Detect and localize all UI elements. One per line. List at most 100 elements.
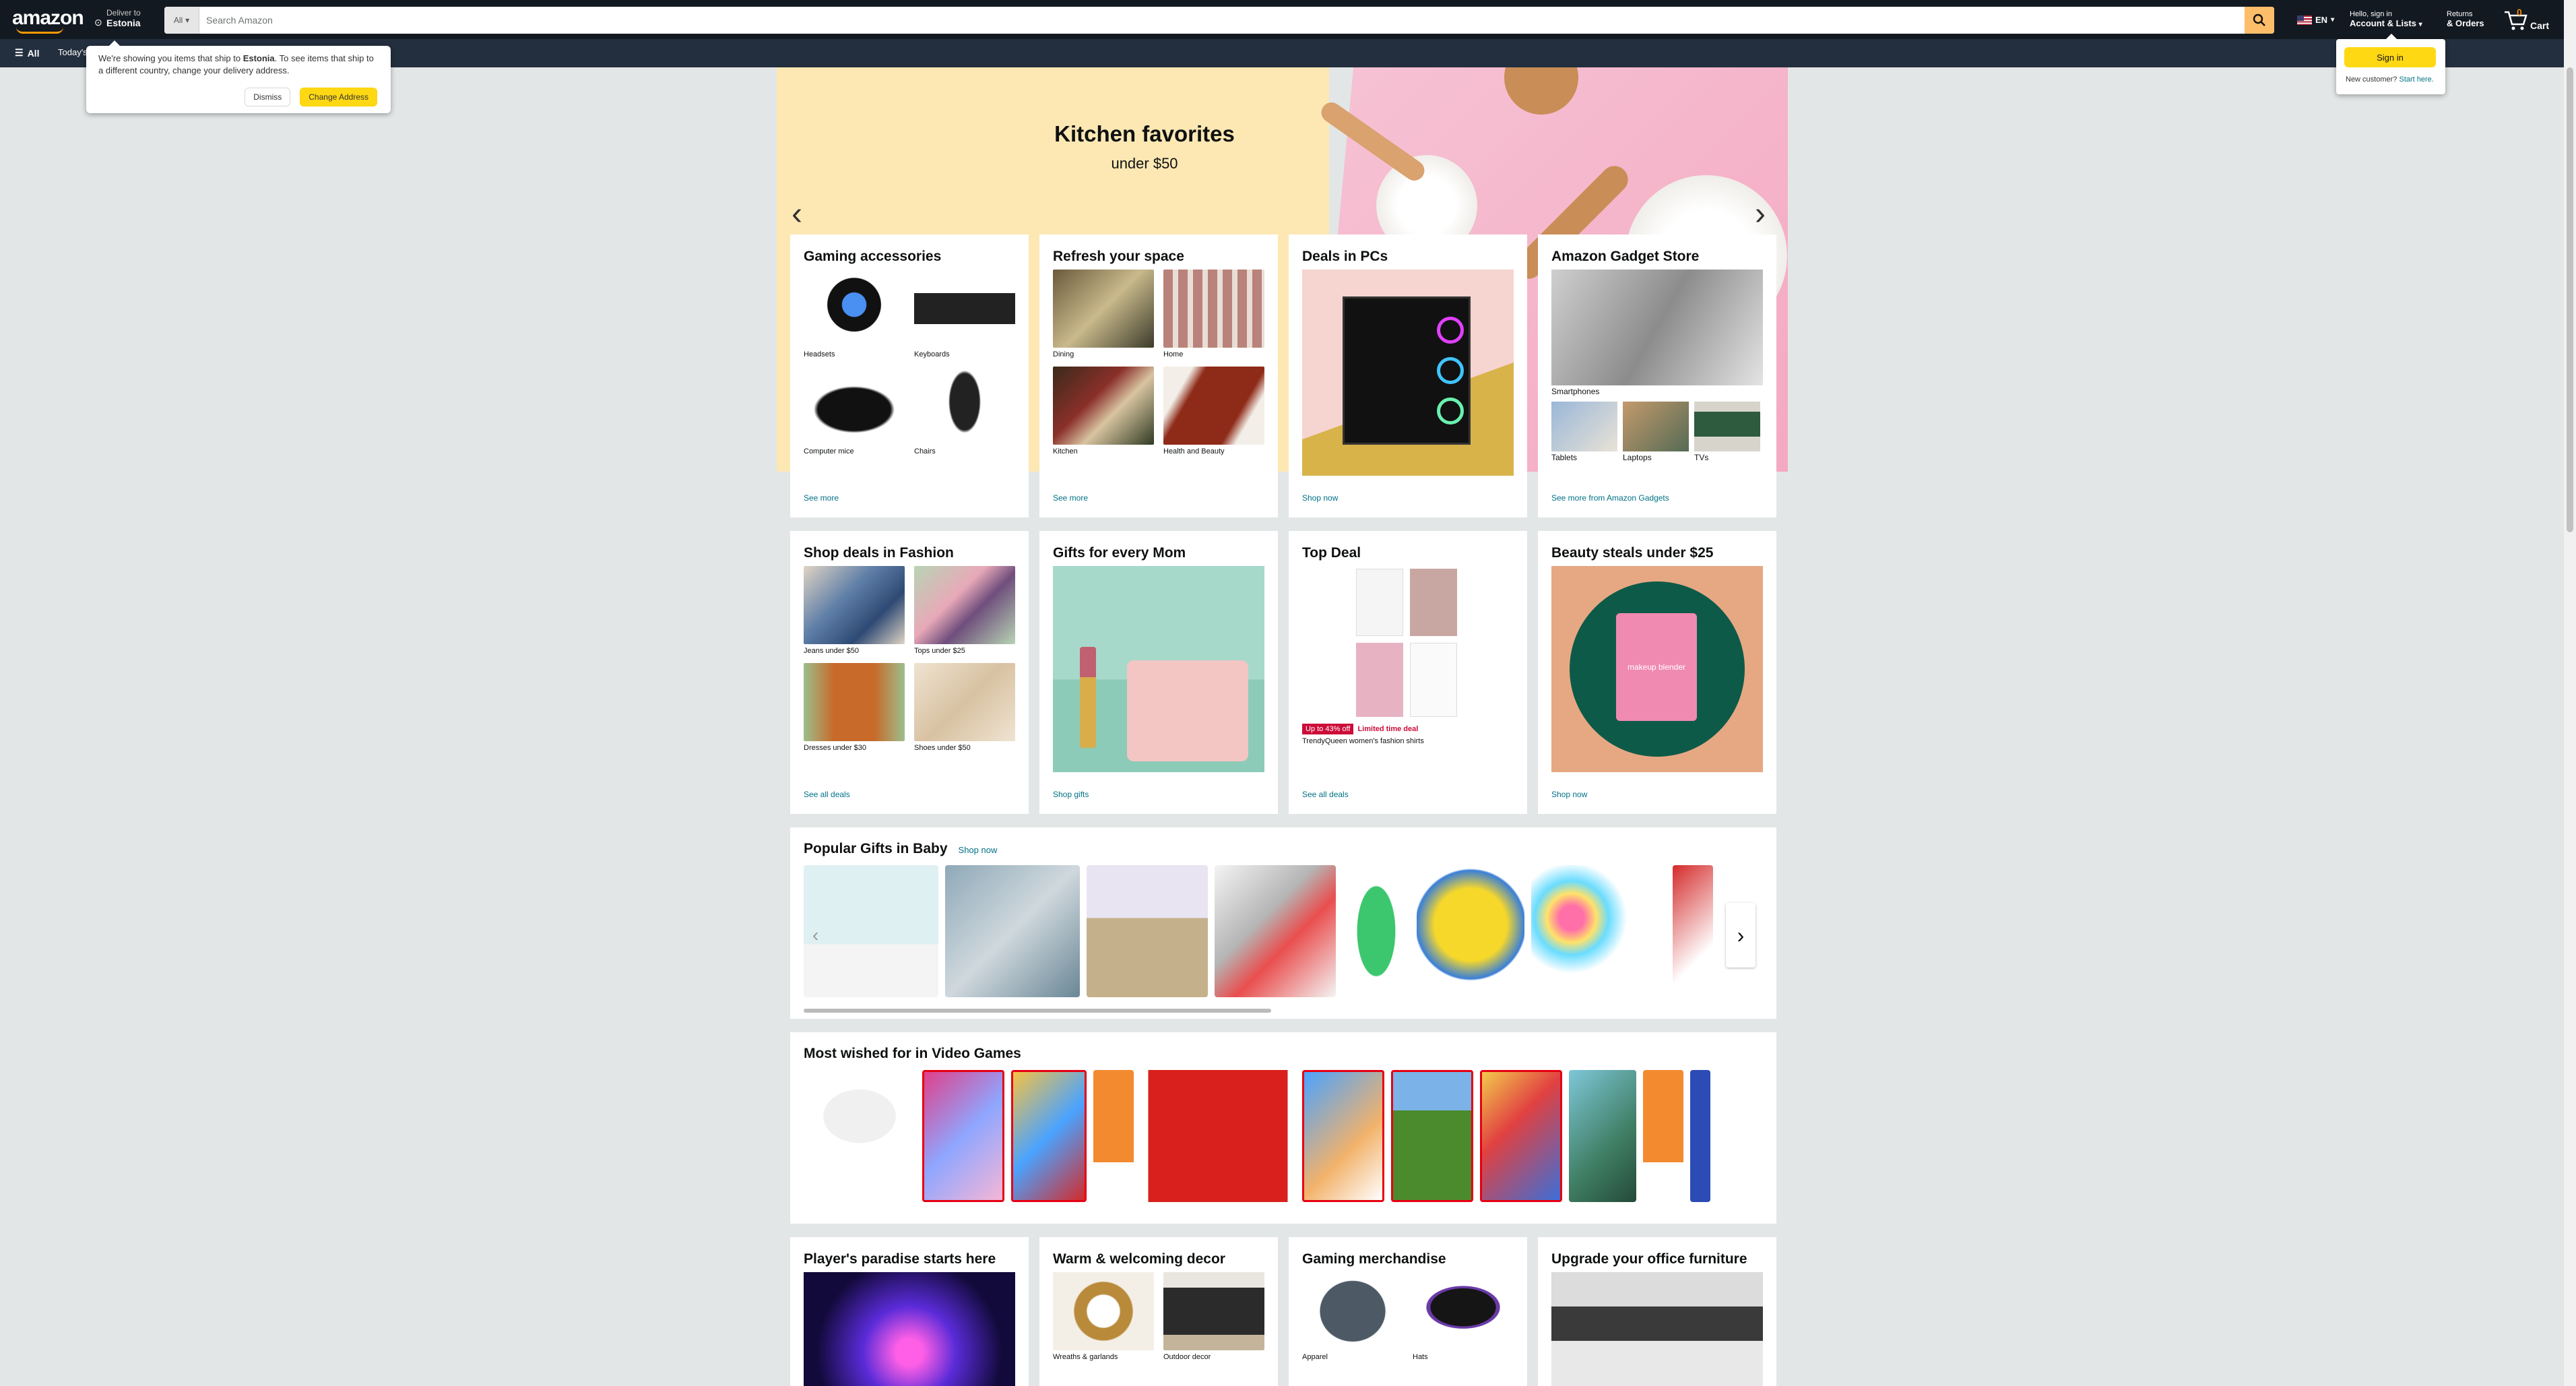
amazon-logo[interactable]: amazon (12, 7, 86, 34)
card-tile[interactable]: TVs (1694, 402, 1760, 462)
product-item[interactable] (1673, 865, 1713, 997)
product-item[interactable] (922, 1070, 1004, 1202)
product-item[interactable] (1343, 865, 1410, 997)
product-item[interactable] (1391, 1070, 1473, 1202)
card-tile[interactable]: Headsets (804, 270, 905, 360)
card-title: Upgrade your office furniture (1551, 1251, 1747, 1267)
blender-package-image: makeup blender (1616, 613, 1697, 721)
product-item[interactable] (945, 865, 1080, 997)
product-item[interactable] (1302, 1070, 1384, 1202)
wreath-image (1053, 1272, 1154, 1350)
card-tile[interactable]: Wreaths & garlands (1053, 1272, 1154, 1362)
card-tile[interactable]: Health and Beauty (1163, 367, 1264, 457)
language-selector[interactable]: EN ▾ (2297, 15, 2334, 25)
carousel-scrollbar[interactable] (804, 1009, 1271, 1013)
product-item[interactable] (1417, 865, 1524, 997)
office-image[interactable] (1551, 1272, 1763, 1386)
deal-description[interactable]: TrendyQueen women's fashion shirts (1302, 737, 1514, 745)
card-tile[interactable]: Outdoor decor (1163, 1272, 1264, 1362)
shirts-image[interactable] (1302, 566, 1514, 721)
product-item[interactable] (1140, 1070, 1295, 1202)
fan-icon (1437, 357, 1464, 384)
card-tile[interactable]: Chairs (914, 367, 1015, 457)
pc-image[interactable] (1302, 270, 1514, 476)
cart-icon (2505, 11, 2527, 30)
card-title: Gifts for every Mom (1053, 545, 1186, 561)
card-tile[interactable]: Apparel (1302, 1272, 1403, 1362)
card-tile[interactable]: Jeans under $50 (804, 566, 905, 656)
returns-orders[interactable]: Returns & Orders (2447, 9, 2484, 28)
strip-title: Popular Gifts in Baby (804, 841, 948, 856)
product-item[interactable] (1087, 865, 1208, 997)
card-link[interactable]: Shop now (1302, 493, 1338, 503)
card-tile[interactable]: Laptops (1623, 402, 1689, 462)
carousel-prev-icon[interactable]: ‹ (812, 924, 818, 946)
card-tile[interactable]: Shoes under $50 (914, 663, 1015, 753)
card-title: Warm & welcoming decor (1053, 1251, 1225, 1267)
page-scrollbar[interactable] (2564, 0, 2576, 1386)
product-item[interactable] (1215, 865, 1336, 997)
beauty-image[interactable]: makeup blender (1551, 566, 1763, 772)
card-tile[interactable]: Tablets (1551, 402, 1617, 462)
signin-button[interactable]: Sign in (2344, 47, 2436, 67)
gaming-setup-image[interactable] (804, 1272, 1015, 1386)
product-item[interactable] (804, 865, 938, 997)
product-item[interactable] (1643, 1070, 1683, 1202)
card-link[interactable]: See more (804, 493, 839, 503)
product-item[interactable] (804, 1070, 915, 1202)
carousel-prev-icon[interactable]: ‹ (792, 195, 802, 232)
tile-label: Jeans under $50 (804, 647, 859, 655)
card-gaming-merch: Gaming merchandise Apparel Hats (1289, 1237, 1527, 1386)
all-menu-button[interactable]: ☰ All (15, 47, 39, 59)
card-link[interactable]: See more from Amazon Gadgets (1551, 493, 1669, 503)
returns-label: Returns (2447, 10, 2473, 18)
product-item[interactable] (1690, 1070, 1710, 1202)
card-title: Refresh your space (1053, 249, 1184, 264)
deliver-to[interactable]: ⊙ Deliver to Estonia (94, 8, 141, 28)
carousel-next-button[interactable]: › (1726, 903, 1756, 968)
product-item[interactable] (1480, 1070, 1562, 1202)
strip-link[interactable]: Shop now (959, 845, 998, 855)
search-category-dropdown[interactable]: All ▾ (164, 7, 199, 34)
card-link[interactable]: See more (1053, 493, 1088, 503)
product-item[interactable] (1011, 1070, 1087, 1202)
card-link[interactable]: Shop now (1551, 790, 1587, 799)
card-tile[interactable]: Dining (1053, 270, 1154, 360)
card-tile[interactable]: Home (1163, 270, 1264, 360)
card-link[interactable]: See all deals (1302, 790, 1349, 799)
signin-popover: Sign in New customer? Start here. (2336, 34, 2445, 94)
card-tile[interactable]: Dresses under $30 (804, 663, 905, 753)
change-address-button[interactable]: Change Address (300, 88, 377, 106)
card-tile[interactable]: Keyboards (914, 270, 1015, 360)
card-tile[interactable]: Tops under $25 (914, 566, 1015, 656)
cart-button[interactable]: 0 Cart (2503, 7, 2549, 31)
card-warm-decor: Warm & welcoming decor Wreaths & garland… (1039, 1237, 1278, 1386)
card-tile[interactable]: Kitchen (1053, 367, 1154, 457)
mom-gifts-image[interactable] (1053, 566, 1264, 772)
card-tile[interactable]: Computer mice (804, 367, 905, 457)
smartphone-image[interactable] (1551, 270, 1763, 385)
scrollbar-thumb[interactable] (2567, 67, 2573, 532)
dining-image (1053, 270, 1154, 348)
hero-title: Kitchen favorites (1054, 121, 1235, 146)
tile-label: Laptops (1623, 453, 1652, 462)
product-item[interactable] (1531, 865, 1666, 997)
card-tile[interactable]: Hats (1413, 1272, 1514, 1362)
tile-label: Hats (1413, 1353, 1428, 1361)
search-input[interactable]: Search Amazon (199, 7, 2245, 34)
tile-label: Dresses under $30 (804, 744, 866, 752)
carousel-row (804, 865, 1763, 1000)
dismiss-button[interactable]: Dismiss (245, 88, 291, 106)
search-button[interactable] (2245, 7, 2274, 34)
todays-deals-link[interactable]: Today's (58, 47, 88, 57)
headset-image (804, 270, 905, 348)
card-link[interactable]: Shop gifts (1053, 790, 1089, 799)
card-link[interactable]: See all deals (804, 790, 850, 799)
tile-label: Tablets (1551, 453, 1578, 462)
carousel-next-icon[interactable]: › (1755, 195, 1766, 232)
popular-gifts-baby-strip: Popular Gifts in Baby Shop now › (790, 827, 1776, 1019)
start-here-link[interactable]: Start here. (2399, 75, 2433, 84)
product-item[interactable] (1569, 1070, 1636, 1202)
product-item[interactable] (1093, 1070, 1134, 1202)
account-lists[interactable]: Hello, sign in Account & Lists ▾ (2350, 9, 2422, 30)
